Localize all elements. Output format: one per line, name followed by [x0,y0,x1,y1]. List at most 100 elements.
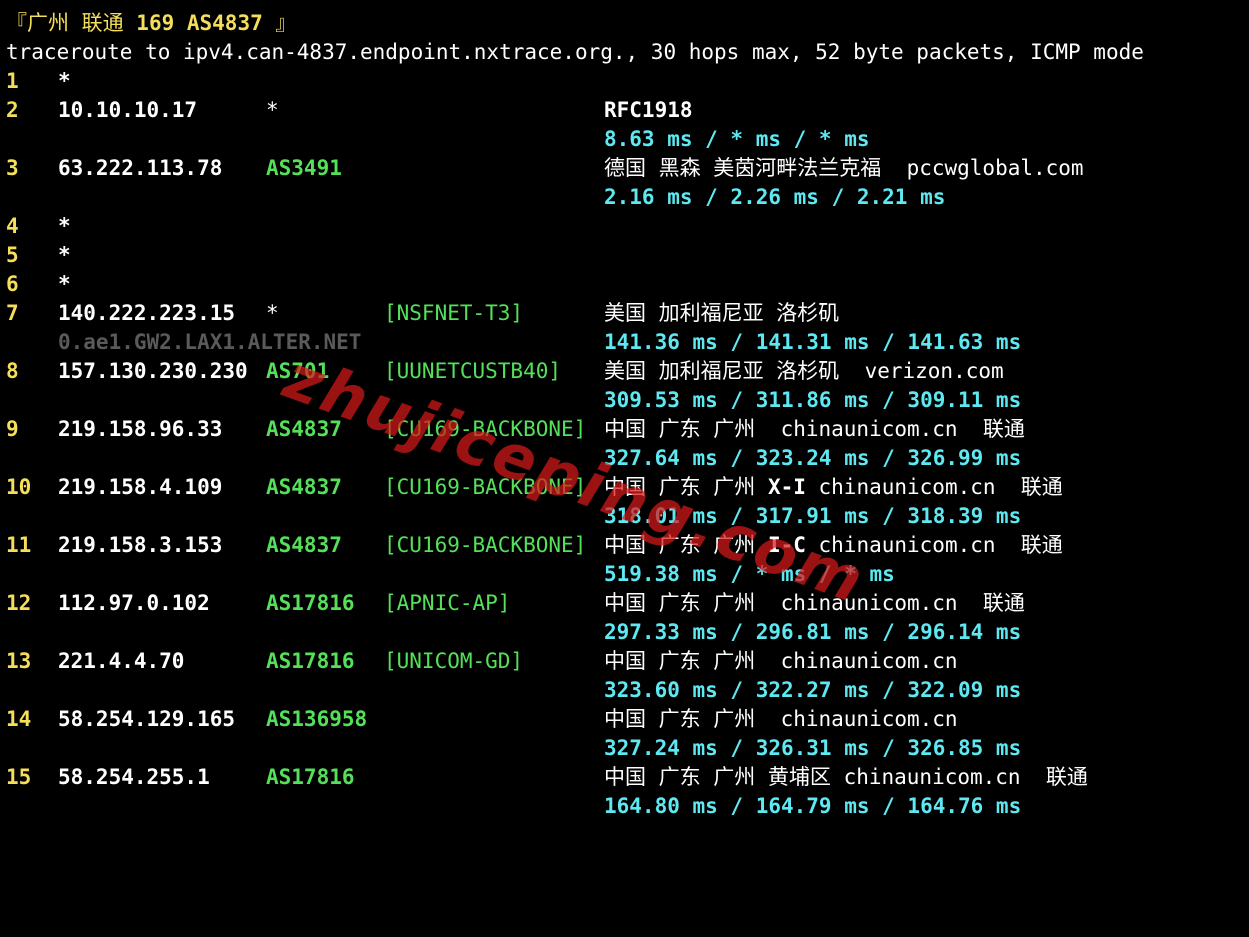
hop-asn: AS17816 [266,591,355,615]
hop-rtt: 2.16 ms / 2.26 ms / 2.21 ms [604,185,946,209]
hop-rtt: 318.01 ms / 317.91 ms / 318.39 ms [604,504,1022,528]
hop-rtt-row: 519.38 ms / * ms / * ms [0,560,895,589]
hop-netname: [CU169-BACKBONE] [384,475,587,499]
hop-rtt: 141.36 ms / 141.31 ms / 141.63 ms [604,330,1022,354]
hop-rtt: 327.24 ms / 326.31 ms / 326.85 ms [604,736,1022,760]
hop-row: 6 * [0,270,71,299]
hop-ip: 63.222.113.78 [58,156,223,180]
hop-rtt-row: 309.53 ms / 311.86 ms / 309.11 ms [0,386,1021,415]
hop-geo: 中国 广东 广州 chinaunicom.cn 联通 [604,591,1025,615]
hop-row: 11 219.158.3.153 AS4837 [CU169-BACKBONE]… [0,531,1063,560]
hop-geo: 中国 广东 广州 I-C chinaunicom.cn 联通 [604,533,1063,557]
hop-ip: * [58,214,71,238]
hop-ip: 140.222.223.15 [58,301,236,325]
terminal-output: 『广州 联通 169 AS4837 』 traceroute to ipv4.c… [0,0,1249,842]
hop-asn: AS17816 [266,765,355,789]
hop-row: 8 157.130.230.230 AS701 [UUNETCUSTB40] 美… [0,357,1004,386]
hop-rtt-row: 327.24 ms / 326.31 ms / 326.85 ms [0,734,1021,763]
hop-geo: 美国 加利福尼亚 洛杉矶 [604,301,840,325]
hop-rtt-row: 323.60 ms / 322.27 ms / 322.09 ms [0,676,1021,705]
hop-ip: 221.4.4.70 [58,649,185,673]
hop-ip: 112.97.0.102 [58,591,210,615]
hop-row: 12 112.97.0.102 AS17816 [APNIC-AP] 中国 广东… [0,589,1025,618]
hop-row: 15 58.254.255.1 AS17816 中国 广东 广州 黄埔区 chi… [0,763,1088,792]
hop-netname: [NSFNET-T3] [384,301,524,325]
title-suffix: 』 [262,11,297,35]
hop-row: 14 58.254.129.165 AS136958 中国 广东 广州 chin… [0,705,958,734]
hop-netname: [CU169-BACKBONE] [384,533,587,557]
hop-number: 11 [6,533,32,557]
hop-number: 2 [6,98,19,122]
hop-geo: 中国 广东 广州 黄埔区 chinaunicom.cn 联通 [604,765,1088,789]
hop-rtt: 309.53 ms / 311.86 ms / 309.11 ms [604,388,1022,412]
hop-ip: 10.10.10.17 [58,98,198,122]
hop-row: 4 * [0,212,71,241]
hop-rtt-row: 8.63 ms / * ms / * ms [0,125,870,154]
hop-asn: AS4837 [266,475,342,499]
hop-row: 10 219.158.4.109 AS4837 [CU169-BACKBONE]… [0,473,1063,502]
hop-rtt: 519.38 ms / * ms / * ms [604,562,895,586]
hop-rtt-row: 327.64 ms / 323.24 ms / 326.99 ms [0,444,1021,473]
hop-number: 4 [6,214,19,238]
hop-row: 7 140.222.223.15 * [NSFNET-T3] 美国 加利福尼亚 … [0,299,839,328]
hop-number: 15 [6,765,32,789]
hop-number: 7 [6,301,19,325]
hop-number: 3 [6,156,19,180]
hop-row: 5 * [0,241,71,270]
hop-asn: * [266,301,279,325]
traceroute-header: traceroute to ipv4.can-4837.endpoint.nxt… [6,40,1144,64]
hop-asn: AS701 [266,359,330,383]
hop-geo: 中国 广东 广州 X-I chinaunicom.cn 联通 [604,475,1063,499]
hop-row: 13 221.4.4.70 AS17816 [UNICOM-GD] 中国 广东 … [0,647,958,676]
hop-rtt: 297.33 ms / 296.81 ms / 296.14 ms [604,620,1022,644]
hop-number: 5 [6,243,19,267]
hop-number: 10 [6,475,32,499]
hop-rtt-row: 0.ae1.GW2.LAX1.ALTER.NET 141.36 ms / 141… [0,328,1021,357]
hop-rtt: 327.64 ms / 323.24 ms / 326.99 ms [604,446,1022,470]
hop-rtt: 8.63 ms / * ms / * ms [604,127,870,151]
title-line: 『广州 联通 169 AS4837 』 [0,9,296,38]
hop-ip: 219.158.4.109 [58,475,223,499]
header-line: traceroute to ipv4.can-4837.endpoint.nxt… [0,38,1144,67]
hop-rtt-row: 297.33 ms / 296.81 ms / 296.14 ms [0,618,1021,647]
hop-row: 1 * [0,67,71,96]
hop-asn: AS3491 [266,156,342,180]
hop-ip: 219.158.96.33 [58,417,223,441]
hop-ip: 58.254.129.165 [58,707,236,731]
hop-geo: 中国 广东 广州 chinaunicom.cn [604,707,958,731]
hop-netname: [UUNETCUSTB40] [384,359,562,383]
hop-rtt: 323.60 ms / 322.27 ms / 322.09 ms [604,678,1022,702]
hop-rtt: 164.80 ms / 164.79 ms / 164.76 ms [604,794,1022,818]
hop-row: 3 63.222.113.78 AS3491 德国 黑森 美茵河畔法兰克福 pc… [0,154,1084,183]
hop-number: 13 [6,649,32,673]
hop-ip: 157.130.230.230 [58,359,248,383]
hop-row: 2 10.10.10.17 * RFC1918 [0,96,693,125]
title-prefix: 『广州 联通 [6,11,137,35]
hop-label: RFC1918 [604,98,693,122]
hop-geo: 中国 广东 广州 chinaunicom.cn 联通 [604,417,1025,441]
hop-rtt-row: 164.80 ms / 164.79 ms / 164.76 ms [0,792,1021,821]
hop-ip: * [58,243,71,267]
hop-asn: AS4837 [266,533,342,557]
hop-geo: 美国 加利福尼亚 洛杉矶 verizon.com [604,359,1004,383]
hop-number: 8 [6,359,19,383]
hop-ip: * [58,272,71,296]
hop-number: 12 [6,591,32,615]
hop-row: 9 219.158.96.33 AS4837 [CU169-BACKBONE] … [0,415,1025,444]
hop-rtt-row: 2.16 ms / 2.26 ms / 2.21 ms [0,183,945,212]
hop-number: 1 [6,69,19,93]
hop-netname: [CU169-BACKBONE] [384,417,587,441]
hop-netname: [APNIC-AP] [384,591,511,615]
hop-netname: [UNICOM-GD] [384,649,524,673]
hop-asn: AS136958 [266,707,368,731]
hop-number: 14 [6,707,32,731]
hop-ip: 58.254.255.1 [58,765,210,789]
hop-number: 9 [6,417,19,441]
hop-asn: * [266,98,279,122]
hop-geo: 中国 广东 广州 chinaunicom.cn [604,649,958,673]
title-bold: 169 AS4837 [136,11,263,35]
hop-asn: AS4837 [266,417,342,441]
hop-geo: 德国 黑森 美茵河畔法兰克福 pccwglobal.com [604,156,1084,180]
hop-asn: AS17816 [266,649,355,673]
hop-ip: * [58,69,71,93]
